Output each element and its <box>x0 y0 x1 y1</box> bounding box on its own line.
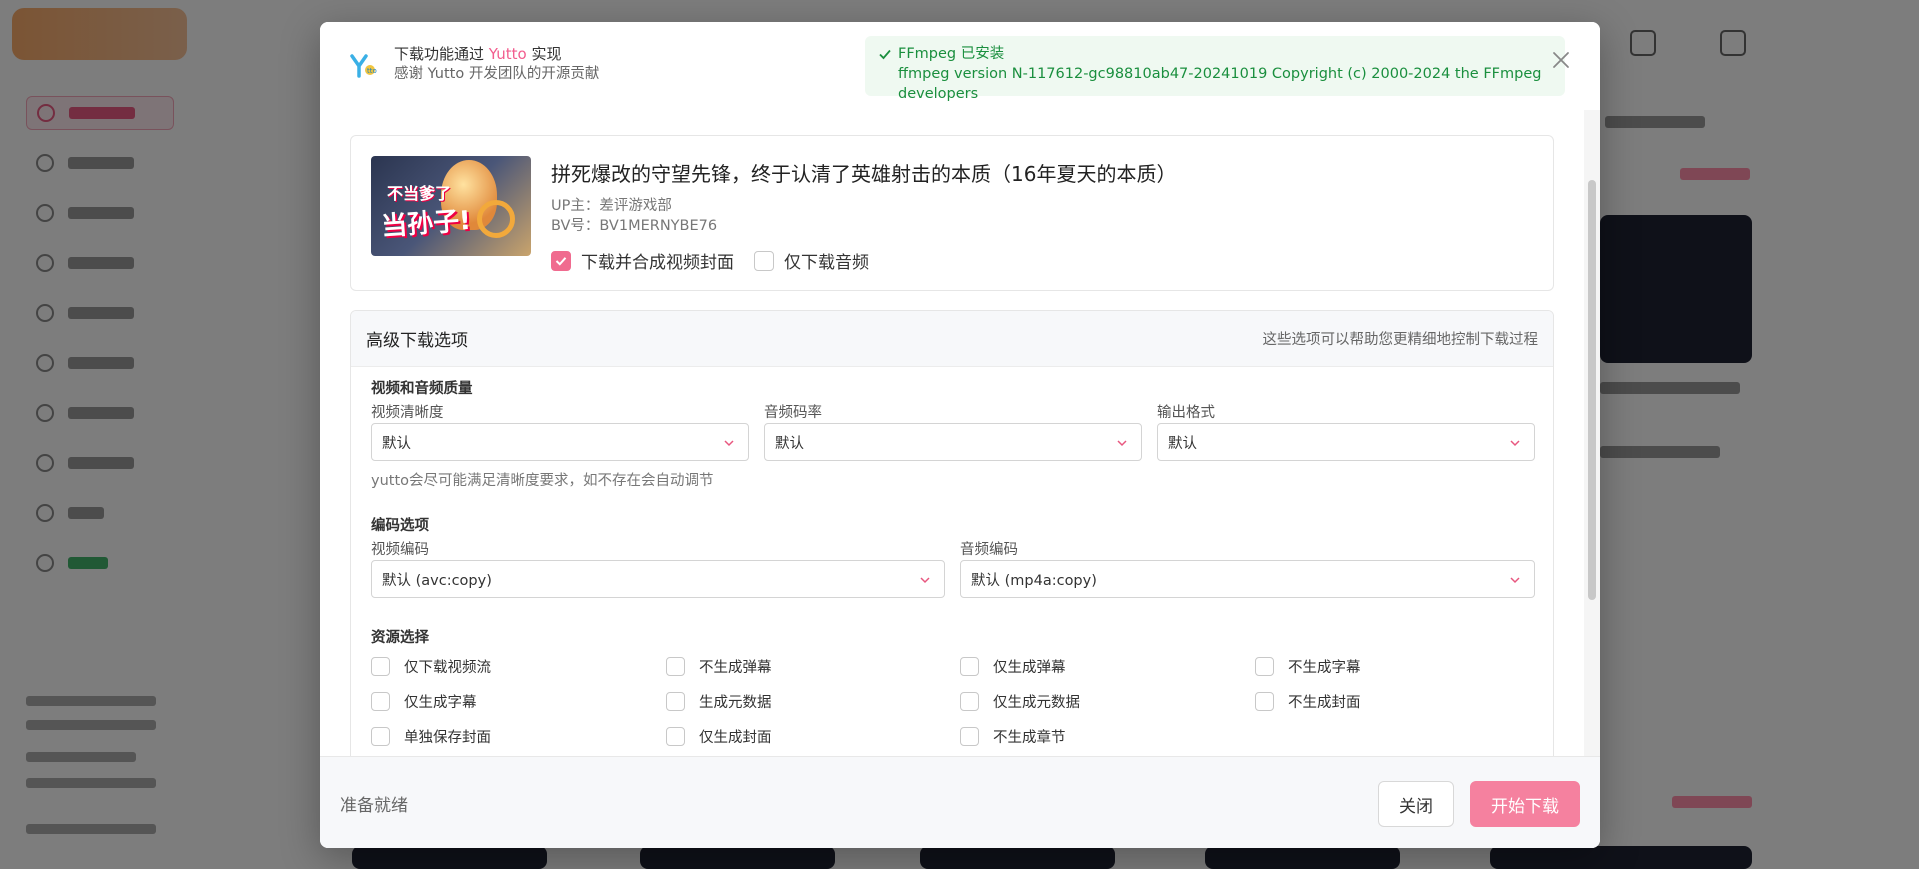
video-codec-select[interactable]: 默认 (avc:copy) <box>371 560 945 598</box>
checkbox-unchecked[interactable] <box>371 657 390 676</box>
codec-section-title: 编码选项 <box>371 518 429 534</box>
resource-option-label: 仅生成字幕 <box>404 695 477 711</box>
checkbox-unchecked[interactable] <box>666 692 685 711</box>
ffmpeg-version: ffmpeg version N-117612-gc98810ab47-2024… <box>898 66 1542 102</box>
quality-section-title: 视频和音频质量 <box>371 381 473 397</box>
resource-option[interactable]: 不生成字幕 <box>1255 656 1361 677</box>
audio-codec-label: 音频编码 <box>960 542 1018 558</box>
checkbox-unchecked[interactable] <box>960 692 979 711</box>
start-download-button[interactable]: 开始下载 <box>1470 781 1580 827</box>
check-icon <box>879 49 891 60</box>
merge-cover-checkbox[interactable]: 下载并合成视频封面 <box>551 248 734 273</box>
advanced-title: 高级下载选项 <box>366 331 468 351</box>
resource-option-label: 仅生成弹幕 <box>993 660 1066 676</box>
checkbox-unchecked[interactable] <box>754 250 774 271</box>
resource-option-label: 生成元数据 <box>699 695 772 711</box>
checkbox-unchecked[interactable] <box>666 657 685 676</box>
resource-option[interactable]: 仅下载视频流 <box>371 656 491 677</box>
dialog-body[interactable]: 不当爹了 当孙子! 拼死爆改的守望先锋，终于认清了英雄射击的本质（16年夏天的本… <box>320 110 1600 756</box>
resource-option-label: 仅生成元数据 <box>993 695 1080 711</box>
dialog-footer: 准备就绪 关闭 开始下载 <box>320 756 1600 848</box>
checkbox-unchecked[interactable] <box>960 727 979 746</box>
chevron-down-icon <box>1510 577 1520 584</box>
checkbox-unchecked[interactable] <box>960 657 979 676</box>
check-icon <box>555 256 567 266</box>
audio-only-label: 仅下载音频 <box>784 253 869 273</box>
close-button[interactable]: 关闭 <box>1378 781 1454 827</box>
video-quality-label: 视频清晰度 <box>371 405 444 421</box>
output-format-label: 输出格式 <box>1157 405 1215 421</box>
chevron-down-icon <box>1117 440 1127 447</box>
resource-option[interactable]: 仅生成字幕 <box>371 691 477 712</box>
chevron-down-icon <box>920 577 930 584</box>
download-dialog: tto 下载功能通过 Yutto 实现 感谢 Yutto 开发团队的开源贡献 F… <box>320 22 1600 848</box>
thumb-text-bottom: 当孙子! <box>380 205 472 243</box>
video-codec-value: 默认 (avc:copy) <box>382 572 492 589</box>
resource-section-title: 资源选择 <box>371 630 429 646</box>
yutto-logo-icon: tto <box>348 50 378 80</box>
checkbox-unchecked[interactable] <box>666 727 685 746</box>
scrollbar-thumb[interactable] <box>1588 180 1596 600</box>
intro-brand: Yutto <box>488 45 527 63</box>
intro-thanks: 感谢 Yutto 开发团队的开源贡献 <box>394 66 600 82</box>
thumb-text-top: 不当爹了 <box>387 184 452 203</box>
quality-help-text: yutto会尽可能满足清晰度要求，如不存在会自动调节 <box>371 473 714 489</box>
resource-option-label: 仅生成封面 <box>699 730 772 746</box>
chevron-down-icon <box>1510 440 1520 447</box>
resource-option-label: 不生成字幕 <box>1288 660 1361 676</box>
resource-option[interactable]: 单独保存封面 <box>371 726 491 747</box>
advanced-options-panel: 高级下载选项 这些选项可以帮助您更精细地控制下载过程 视频和音频质量 视频清晰度… <box>350 310 1554 756</box>
audio-bitrate-label: 音频码率 <box>764 405 822 421</box>
video-bvid: BV号：BV1MERNYBE76 <box>551 218 718 234</box>
video-options: 下载并合成视频封面 仅下载音频 <box>551 248 869 273</box>
ffmpeg-status: FFmpeg 已安装 <box>898 46 1005 62</box>
resource-option-label: 单独保存封面 <box>404 730 491 746</box>
intro-text: 下载功能通过 Yutto 实现 感谢 Yutto 开发团队的开源贡献 <box>394 44 599 84</box>
video-info-card: 不当爹了 当孙子! 拼死爆改的守望先锋，终于认清了英雄射击的本质（16年夏天的本… <box>350 135 1554 291</box>
output-format-value: 默认 <box>1168 435 1197 452</box>
checkbox-unchecked[interactable] <box>1255 657 1274 676</box>
resource-option-label: 不生成封面 <box>1288 695 1361 711</box>
output-format-select[interactable]: 默认 <box>1157 423 1535 461</box>
resource-option[interactable]: 不生成章节 <box>960 726 1066 747</box>
audio-bitrate-select[interactable]: 默认 <box>764 423 1142 461</box>
status-text: 准备就绪 <box>340 796 408 816</box>
video-title: 拼死爆改的守望先锋，终于认清了英雄射击的本质（16年夏天的本质） <box>551 162 1177 186</box>
resource-option[interactable]: 不生成封面 <box>1255 691 1361 712</box>
checkbox-unchecked[interactable] <box>371 727 390 746</box>
checkbox-checked[interactable] <box>551 250 571 271</box>
resource-option[interactable]: 仅生成元数据 <box>960 691 1080 712</box>
checkbox-unchecked[interactable] <box>1255 692 1274 711</box>
video-codec-label: 视频编码 <box>371 542 429 558</box>
intro-prefix: 下载功能通过 <box>394 45 485 63</box>
audio-codec-value: 默认 (mp4a:copy) <box>971 572 1097 589</box>
resource-option[interactable]: 仅生成封面 <box>666 726 772 747</box>
scrollbar[interactable] <box>1584 110 1600 756</box>
audio-only-checkbox[interactable]: 仅下载音频 <box>754 248 869 273</box>
resource-option[interactable]: 生成元数据 <box>666 691 772 712</box>
resource-option[interactable]: 仅生成弹幕 <box>960 656 1066 677</box>
resource-option-label: 仅下载视频流 <box>404 660 491 676</box>
chevron-down-icon <box>724 440 734 447</box>
close-icon[interactable] <box>1550 49 1572 71</box>
dialog-header: tto 下载功能通过 Yutto 实现 感谢 Yutto 开发团队的开源贡献 F… <box>320 22 1600 110</box>
video-thumbnail: 不当爹了 当孙子! <box>371 156 531 256</box>
intro-suffix: 实现 <box>531 45 562 63</box>
audio-codec-select[interactable]: 默认 (mp4a:copy) <box>960 560 1535 598</box>
resource-option[interactable]: 不生成弹幕 <box>666 656 772 677</box>
video-quality-value: 默认 <box>382 435 411 452</box>
advanced-hint: 这些选项可以帮助您更精细地控制下载过程 <box>1262 332 1539 348</box>
checkbox-unchecked[interactable] <box>371 692 390 711</box>
svg-text:tto: tto <box>367 67 377 75</box>
resource-option-label: 不生成弹幕 <box>699 660 772 676</box>
advanced-header: 高级下载选项 这些选项可以帮助您更精细地控制下载过程 <box>351 311 1553 367</box>
merge-cover-label: 下载并合成视频封面 <box>581 253 734 273</box>
audio-bitrate-value: 默认 <box>775 435 804 452</box>
resource-option-label: 不生成章节 <box>993 730 1066 746</box>
ffmpeg-status-banner: FFmpeg 已安装 ffmpeg version N-117612-gc988… <box>865 36 1565 102</box>
video-quality-select[interactable]: 默认 <box>371 423 749 461</box>
video-uploader: UP主：差评游戏部 <box>551 198 672 214</box>
